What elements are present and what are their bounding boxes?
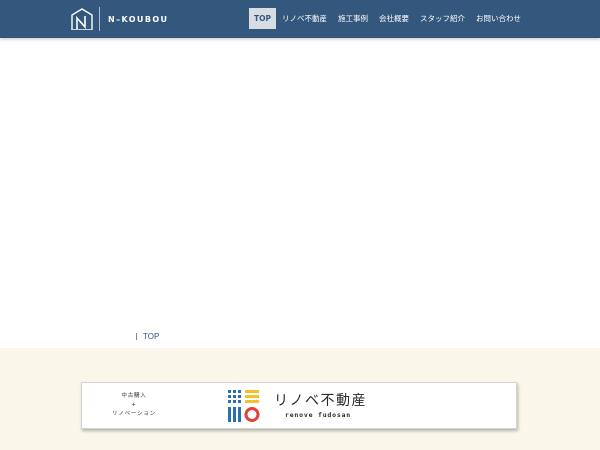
banner-title: リノベ不動産 bbox=[274, 393, 367, 409]
nav-item-staff[interactable]: スタッフ紹介 bbox=[415, 8, 470, 29]
banner-caption-line-1: 中古購入 bbox=[121, 393, 147, 399]
logo-divider bbox=[99, 7, 100, 31]
breadcrumb-separator bbox=[136, 332, 137, 340]
nav-item-works[interactable]: 施工事例 bbox=[333, 8, 373, 29]
breadcrumb-top-link[interactable]: TOP bbox=[143, 332, 159, 341]
banner-subtitle: renove fudosan bbox=[285, 411, 351, 419]
site-logo[interactable]: N–KOUBOU bbox=[70, 7, 168, 31]
nav-item-renove-fudosan[interactable]: リノベ不動産 bbox=[277, 8, 332, 29]
site-header: N–KOUBOU TOP リノベ不動産 施工事例 会社概要 スタッフ紹介 お問い… bbox=[0, 0, 600, 38]
renove-fudosan-logo-icon bbox=[228, 390, 260, 422]
nav-item-contact[interactable]: お問い合わせ bbox=[471, 8, 526, 29]
nav-item-top[interactable]: TOP bbox=[249, 8, 276, 29]
renove-fudosan-banner[interactable]: 中古購入 + リノベーション リノベ不動産 renove fudosan bbox=[81, 382, 517, 429]
logo-text: N–KOUBOU bbox=[108, 14, 169, 24]
breadcrumb: TOP bbox=[136, 330, 159, 342]
banner-caption: 中古購入 + リノベーション bbox=[82, 383, 186, 428]
banner-caption-line-2: + bbox=[131, 402, 137, 408]
nav-item-company[interactable]: 会社概要 bbox=[374, 8, 414, 29]
banner-caption-line-3: リノベーション bbox=[112, 411, 156, 417]
house-n-logo-icon bbox=[71, 8, 93, 30]
main-nav: TOP リノベ不動産 施工事例 会社概要 スタッフ紹介 お問い合わせ bbox=[249, 8, 527, 29]
